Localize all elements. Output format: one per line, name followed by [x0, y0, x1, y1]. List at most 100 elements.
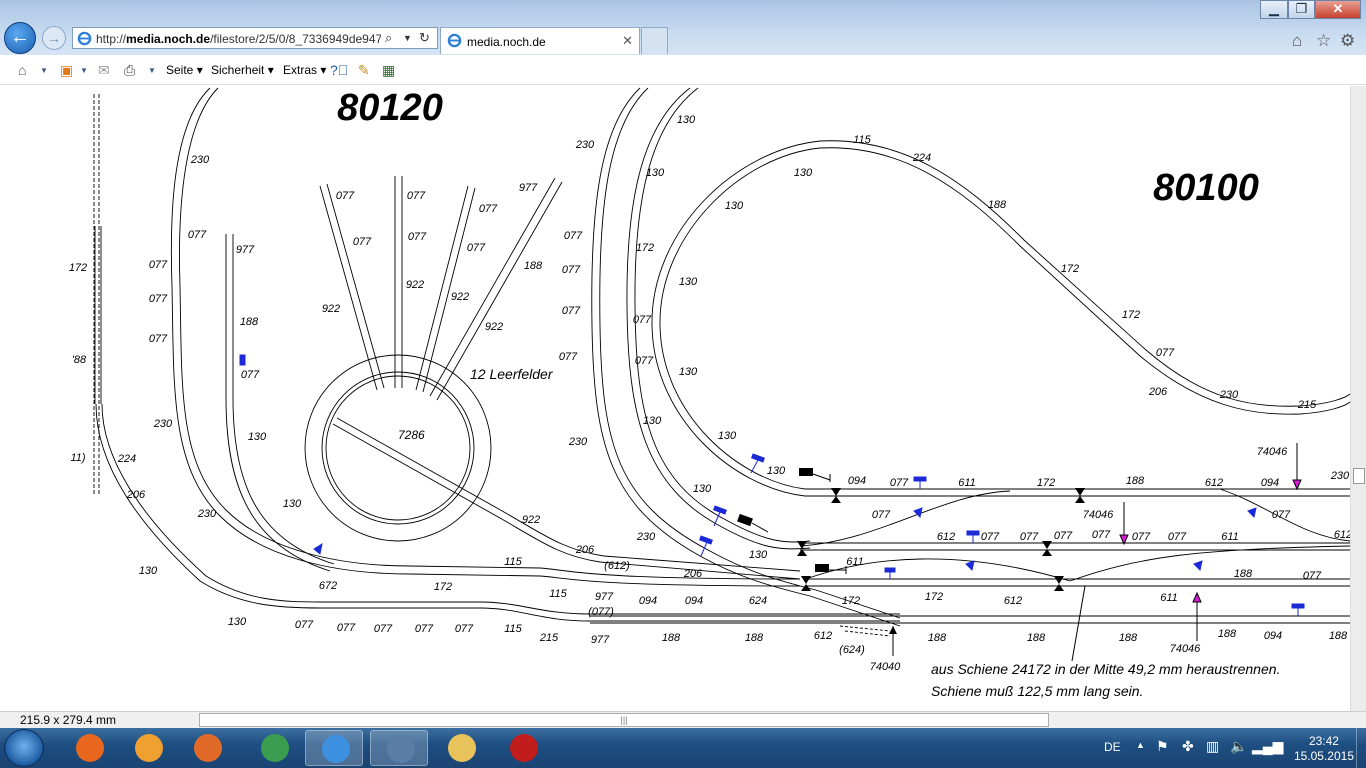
show-hidden-icons-icon[interactable]: ▲	[1136, 740, 1145, 750]
volume-icon[interactable]: 🔈	[1230, 738, 1247, 755]
track-label: 172	[636, 242, 654, 254]
track-label: 077	[559, 351, 578, 363]
track-label: 230	[197, 508, 217, 520]
action-center-icon[interactable]: ⚑	[1156, 738, 1169, 755]
clock[interactable]: 23:42 15.05.2015	[1294, 734, 1354, 764]
track-label: 922	[322, 303, 340, 315]
print-icon[interactable]: ⎙	[124, 62, 135, 79]
track-label: 230	[1330, 470, 1350, 482]
back-button[interactable]: ←	[4, 22, 36, 54]
track-label: 077	[188, 229, 207, 241]
vertical-scrollbar[interactable]	[1350, 86, 1366, 711]
track-label: 172	[842, 595, 860, 607]
taskbar-app-pdf-reader[interactable]	[494, 730, 552, 766]
track-label: 077	[336, 190, 355, 202]
dropdown-arrow-icon[interactable]: ▼	[403, 33, 412, 43]
track-label: 188	[1218, 628, 1237, 640]
forward-button[interactable]: →	[42, 26, 66, 50]
dropdown-arrow-icon[interactable]: ▼	[148, 66, 156, 75]
office-icon	[194, 734, 222, 762]
taskbar-app-file-explorer[interactable]	[432, 730, 490, 766]
dropdown-arrow-icon[interactable]: ▼	[40, 66, 48, 75]
track-label: 115	[504, 623, 522, 635]
track-label: 172	[1061, 263, 1079, 275]
page-size-readout: 215.9 x 279.4 mm	[20, 713, 117, 727]
search-icon[interactable]: ⌕	[385, 30, 392, 46]
taskbar-app-chrome[interactable]	[245, 730, 303, 766]
home-icon[interactable]: ⌂	[1292, 31, 1302, 51]
close-tab-icon[interactable]: ✕	[622, 33, 633, 49]
track-label: 130	[283, 498, 302, 510]
show-desktop-button[interactable]	[1356, 728, 1366, 768]
track-label: 230	[636, 531, 656, 543]
menu-extras[interactable]: Extras ▾	[283, 63, 326, 77]
track-label: 077	[872, 509, 891, 521]
track-label: 206	[1148, 386, 1168, 398]
taskbar-app-office[interactable]	[178, 730, 236, 766]
file-explorer-icon	[448, 734, 476, 762]
messenger-icon[interactable]: ▦	[382, 62, 395, 79]
home-icon[interactable]: ⌂	[18, 62, 26, 78]
settings-gear-icon[interactable]: ⚙	[1340, 31, 1355, 51]
horizontal-scroll-thumb[interactable]: |||	[199, 713, 1049, 727]
vertical-scroll-thumb[interactable]	[1353, 468, 1365, 484]
network-icon[interactable]: ✤	[1182, 738, 1194, 755]
rss-feed-icon[interactable]: ▣	[60, 62, 73, 79]
clock-time: 23:42	[1308, 734, 1339, 748]
plan-title-80120: 80120	[337, 87, 443, 129]
clock-date: 15.05.2015	[1293, 749, 1354, 763]
track-label: 077	[479, 203, 498, 215]
dropdown-arrow-icon[interactable]: ▼	[80, 66, 88, 75]
track-label: 077	[1156, 347, 1175, 359]
track-label: 077	[562, 264, 581, 276]
device-icon[interactable]: ▥	[1206, 738, 1219, 755]
close-window-button[interactable]: ✕	[1315, 0, 1361, 19]
track-label: 922	[485, 321, 503, 333]
research-icon[interactable]: ✎	[358, 62, 370, 79]
start-button[interactable]	[4, 729, 44, 767]
internet-explorer-icon	[447, 33, 462, 48]
taskbar-app-media-player[interactable]	[119, 730, 177, 766]
track-label: 612	[1334, 529, 1350, 541]
track-label: 230	[1219, 389, 1239, 401]
track-label: 922	[406, 279, 424, 291]
track-label: 077	[633, 314, 652, 326]
track-label: 624	[749, 595, 767, 607]
track-label: 215	[1297, 399, 1317, 411]
track-label: 74046	[1170, 643, 1201, 655]
signal-icon[interactable]: ▂▄▆	[1252, 738, 1283, 755]
menu-security[interactable]: Sicherheit ▾	[211, 63, 274, 77]
refresh-icon[interactable]: ↻	[419, 30, 430, 46]
tab-media-noch[interactable]: media.noch.de ✕	[440, 27, 640, 54]
track-label: 077	[1303, 570, 1322, 582]
track-label: 230	[190, 154, 210, 166]
track-label: 188	[1119, 632, 1138, 644]
favorites-star-icon[interactable]: ☆	[1316, 31, 1331, 51]
track-label: 188	[1027, 632, 1046, 644]
menu-page[interactable]: Seite ▾	[166, 63, 203, 77]
media-player-icon	[135, 734, 163, 762]
track-label: 115	[853, 134, 871, 146]
taskbar-app-firefox[interactable]	[60, 730, 118, 766]
track-label: 172	[69, 262, 87, 274]
horizontal-scrollbar[interactable]: |||	[134, 712, 1350, 728]
system-tray: DE ▲ ⚑ ✤ ▥ 🔈 ▂▄▆ 23:42 15.05.2015	[1100, 728, 1366, 768]
track-label: 188	[524, 260, 543, 272]
minimize-button[interactable]: ▁	[1260, 0, 1288, 19]
help-icon[interactable]: ?⃝	[330, 62, 348, 78]
note-line-2: Schiene muß 122,5 mm lang sein.	[931, 683, 1143, 699]
track-label: (612)	[604, 560, 630, 572]
new-tab-button[interactable]	[641, 27, 668, 54]
address-bar[interactable]: http://media.noch.de/filestore/2/5/0/8_7…	[72, 27, 438, 49]
language-indicator[interactable]: DE	[1104, 740, 1121, 754]
url-text[interactable]: http://media.noch.de/filestore/2/5/0/8_7…	[96, 32, 381, 46]
mail-icon[interactable]: ✉	[98, 62, 110, 79]
track-label: 612	[937, 531, 955, 543]
maximize-button[interactable]: ❐	[1288, 0, 1315, 19]
windows-taskbar: DE ▲ ⚑ ✤ ▥ 🔈 ▂▄▆ 23:42 15.05.2015	[0, 728, 1366, 768]
track-label: 188	[662, 632, 681, 644]
taskbar-app-internet-explorer[interactable]	[305, 730, 363, 766]
track-label: 977	[595, 591, 614, 603]
taskbar-app-program[interactable]	[370, 730, 428, 766]
track-label: 130	[248, 431, 267, 443]
